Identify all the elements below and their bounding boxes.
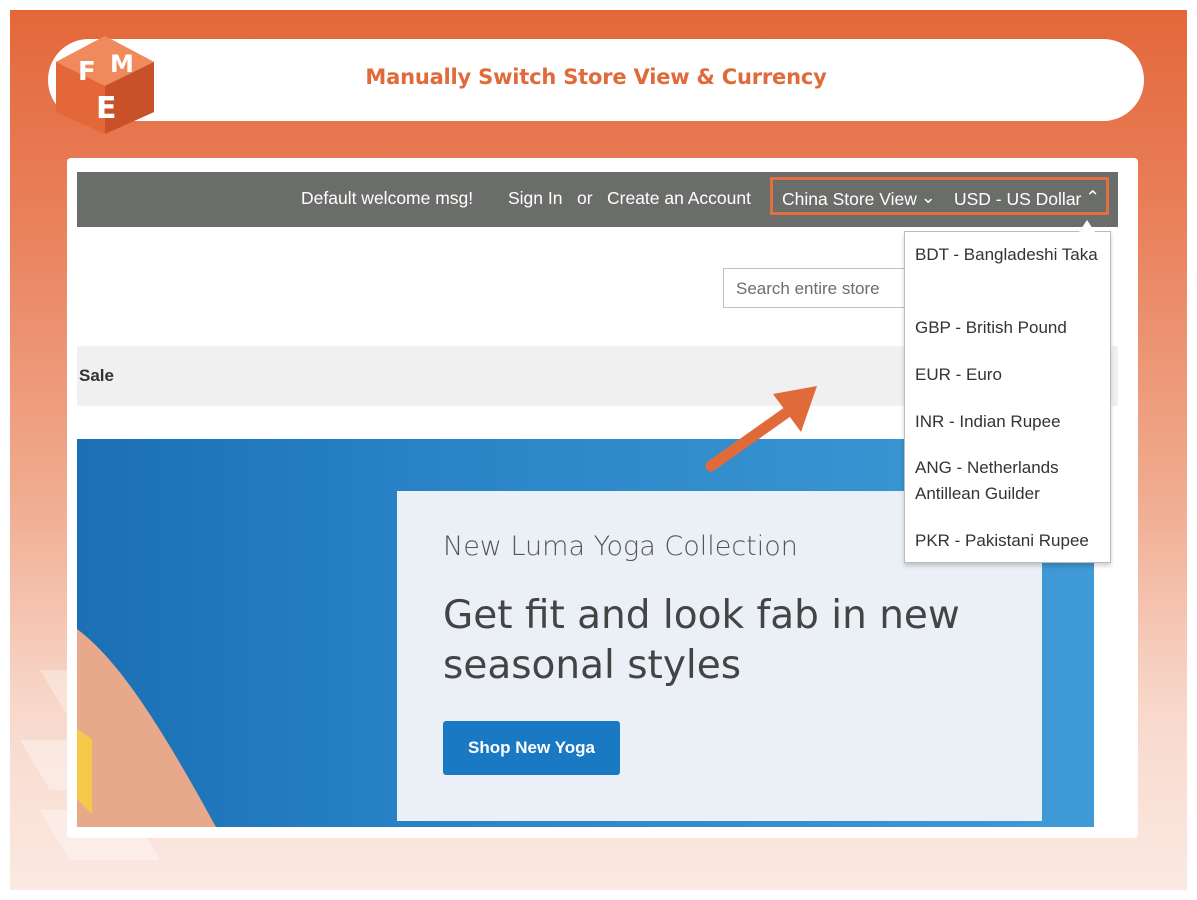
currency-option-eur[interactable]: EUR - Euro (915, 362, 1100, 388)
store-view-label: China Store View (782, 189, 917, 209)
store-view-switcher[interactable]: China Store View ⌄ (782, 187, 936, 210)
currency-option-pkr[interactable]: PKR - Pakistani Rupee (915, 528, 1100, 554)
or-text: or (577, 188, 593, 208)
sign-in-link[interactable]: Sign In (508, 188, 562, 209)
chevron-down-icon: ⌄ (920, 187, 936, 207)
currency-option-ang[interactable]: ANG - Netherlands Antillean Guilder (915, 455, 1100, 507)
shop-new-yoga-button[interactable]: Shop New Yoga (443, 721, 620, 775)
store-screenshot-panel: Default welcome msg! Sign In or Create a… (67, 158, 1138, 838)
currency-label: USD - US Dollar (954, 189, 1082, 209)
create-account-link[interactable]: Create an Account (607, 188, 751, 209)
model-arm-image (77, 629, 216, 827)
banner-frame: Manually Switch Store View & Currency F … (10, 10, 1187, 890)
search-input[interactable]: Search entire store (723, 268, 923, 308)
currency-switcher[interactable]: USD - US Dollar ⌃ (954, 187, 1100, 210)
pointer-arrow-icon (705, 386, 817, 472)
page-title: Manually Switch Store View & Currency (365, 65, 827, 89)
fme-logo: F M E (56, 36, 154, 134)
nav-item-sale[interactable]: Sale (79, 366, 114, 386)
logo-letter-m: M (110, 50, 134, 78)
logo-letter-e: E (96, 91, 117, 126)
logo-letter-f: F (78, 57, 96, 87)
switcher-highlight-box: China Store View ⌄ USD - US Dollar ⌃ (770, 177, 1109, 215)
header-panel: Default welcome msg! Sign In or Create a… (77, 172, 1118, 227)
currency-option-bdt[interactable]: BDT - Bangladeshi Taka (915, 242, 1100, 268)
hero-headline: Get fit and look fab in new seasonal sty… (443, 593, 960, 688)
title-bar: Manually Switch Store View & Currency (48, 39, 1144, 121)
search-placeholder: Search entire store (736, 279, 880, 298)
currency-option-gbp[interactable]: GBP - British Pound (915, 315, 1100, 341)
chevron-up-icon: ⌃ (1085, 187, 1101, 207)
hero-subtitle: New Luma Yoga Collection (443, 531, 798, 562)
welcome-message: Default welcome msg! (301, 188, 474, 208)
currency-dropdown: BDT - Bangladeshi Taka GBP - British Pou… (904, 220, 1111, 563)
currency-option-inr[interactable]: INR - Indian Rupee (915, 409, 1100, 435)
